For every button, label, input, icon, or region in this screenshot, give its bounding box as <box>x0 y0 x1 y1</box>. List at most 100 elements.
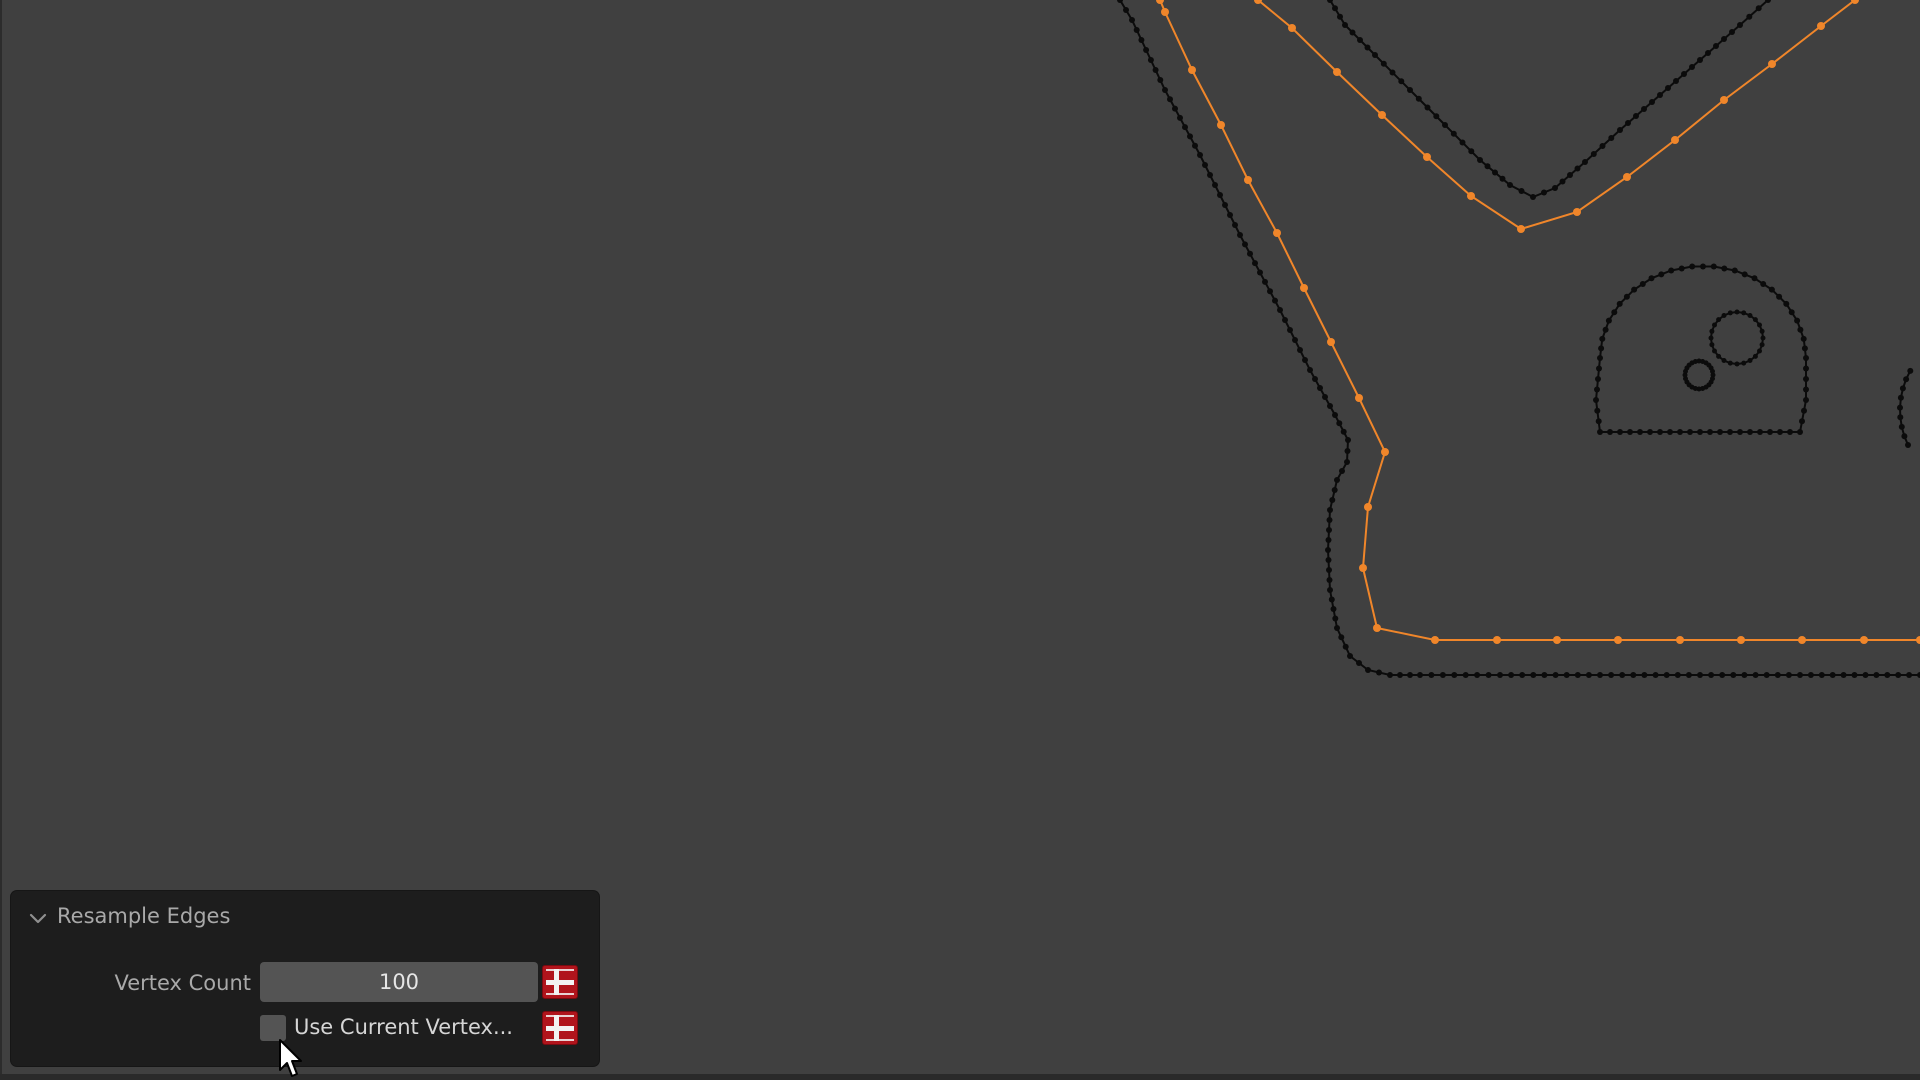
vertex-dot <box>1602 326 1609 333</box>
vertex-dot <box>1442 122 1448 128</box>
vertex-dot <box>1252 260 1258 267</box>
vertex-dot <box>1803 365 1809 372</box>
vertex-dot <box>1663 672 1670 678</box>
vertex-dot <box>1840 672 1847 678</box>
vertex-dot <box>1734 361 1740 367</box>
vertex-dot <box>1387 672 1393 678</box>
selected-vertex <box>1860 636 1868 644</box>
selected-vertex <box>1300 284 1308 292</box>
vertex-dot <box>1593 397 1599 403</box>
vertex-dot <box>1716 317 1722 323</box>
dutch-flag-icon[interactable] <box>542 965 578 999</box>
selected-vertex <box>1817 22 1825 30</box>
vertex-dot <box>1721 265 1728 272</box>
vertex-dot <box>1372 52 1378 58</box>
vertex-dot <box>1364 44 1371 51</box>
vertex-dot <box>1668 267 1675 274</box>
vertex-dot <box>1347 653 1353 659</box>
vertex-dot <box>1657 92 1663 98</box>
vertex-dot <box>1567 172 1573 178</box>
vertex-dot <box>1741 672 1748 678</box>
vertex-dot <box>1697 57 1703 63</box>
vertex-dot <box>1326 577 1333 583</box>
vertex-dot <box>1616 300 1623 307</box>
selected-vertex <box>1359 564 1367 572</box>
vertex-dot <box>1757 429 1763 435</box>
vertex-dot <box>1334 625 1340 631</box>
vertex-dot <box>1541 672 1548 678</box>
vertex-dot <box>1794 317 1801 324</box>
vertex-dot <box>1903 376 1910 383</box>
vertex-dot <box>1247 250 1253 257</box>
use-current-vertex-label[interactable]: Use Current Vertex... <box>294 1015 513 1039</box>
vertex-dot <box>1829 672 1836 678</box>
vertex-dot <box>1752 317 1758 323</box>
vertex-dot <box>1884 672 1891 678</box>
vertex-dot <box>1803 376 1809 382</box>
vertex-dot <box>1172 105 1178 112</box>
vertex-dot <box>1631 286 1638 293</box>
selected-vertex <box>1517 225 1525 233</box>
vertex-dot <box>1597 429 1603 435</box>
vertex-dot <box>1697 429 1703 435</box>
vertex-dot <box>1737 22 1743 28</box>
vertex-dot <box>1627 429 1633 435</box>
vertex-dot <box>1325 547 1331 553</box>
selected-vertex <box>1364 503 1372 511</box>
vertex-dot <box>1518 188 1525 194</box>
vertex-dot <box>1619 672 1626 678</box>
vertex-dot <box>1797 326 1804 333</box>
vertex-dot <box>1389 69 1396 76</box>
vertex-dot <box>1611 309 1618 316</box>
vertex-dot <box>1307 367 1313 373</box>
vertex-dot <box>1272 297 1278 304</box>
vertex-dot <box>1797 672 1803 678</box>
vertex-dot <box>1462 672 1469 678</box>
vertex-dot <box>1751 275 1758 282</box>
vertex-dot <box>1673 78 1679 84</box>
vertex-dot <box>1599 143 1606 149</box>
vertex-dot <box>1760 281 1767 287</box>
vertex-dot <box>1329 497 1336 503</box>
vertex-dot <box>1641 106 1647 112</box>
vertex-dot <box>1212 182 1218 188</box>
vertex-dot <box>1597 672 1603 678</box>
vertex-dot <box>1451 672 1458 678</box>
selected-vertex <box>1431 636 1439 644</box>
vertex-dot <box>1862 672 1869 678</box>
vertex-dot <box>1492 169 1498 176</box>
vertex-dot <box>1559 178 1566 185</box>
vertex-dot <box>1737 429 1743 435</box>
vertex-dot <box>1267 288 1273 295</box>
vertex-dot <box>1590 151 1597 157</box>
dutch-flag-icon[interactable] <box>542 1011 578 1045</box>
vertex-dot <box>1788 309 1795 316</box>
vertex-dot <box>1338 634 1345 641</box>
vertex-dot <box>1237 232 1243 238</box>
vertex-dot <box>1380 60 1387 67</box>
vertex-dot <box>1783 300 1790 307</box>
vertex-dot <box>1710 368 1715 374</box>
vertex-dot <box>1741 310 1747 316</box>
vertex-dot <box>1459 139 1466 146</box>
vertex-dot <box>1508 672 1515 678</box>
vertex-dot <box>1803 386 1809 393</box>
vertex-dot <box>1721 36 1727 42</box>
vertex-dot <box>1563 672 1570 678</box>
vertex-dot <box>1357 37 1363 43</box>
vertex-dot <box>1322 394 1328 400</box>
selected-vertex <box>1467 192 1475 200</box>
vertex-dot <box>1433 113 1440 120</box>
vertex-dot <box>1336 420 1343 427</box>
panel-header[interactable]: Resample Edges <box>11 891 599 945</box>
vertex-dot <box>1167 96 1173 103</box>
vertex-dot <box>1129 17 1135 23</box>
vertex-dot <box>1807 672 1814 678</box>
vertex-dot <box>1594 386 1600 393</box>
vertex-count-field[interactable]: 100 <box>260 962 538 1002</box>
vertex-dot <box>1689 64 1695 70</box>
vertex-dot <box>1552 672 1559 678</box>
vertex-dot <box>1317 385 1323 391</box>
vertex-dot <box>1648 275 1655 282</box>
vertex-dot <box>1327 507 1333 513</box>
